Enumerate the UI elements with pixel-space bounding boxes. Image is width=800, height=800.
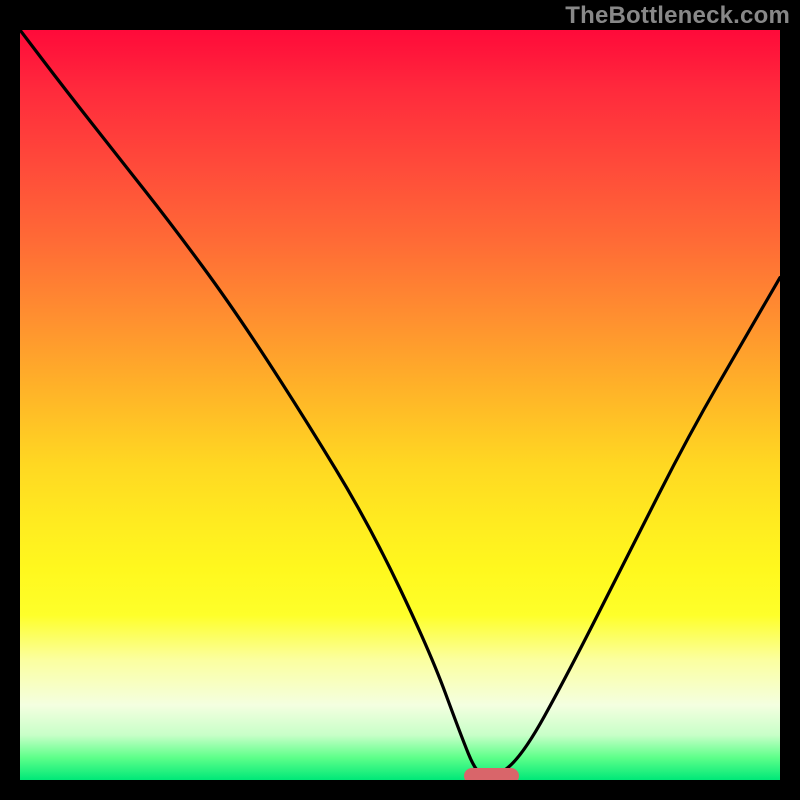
curve-svg	[20, 30, 780, 780]
watermark-text: TheBottleneck.com	[565, 2, 790, 30]
plot-area	[20, 30, 780, 780]
optimal-marker	[464, 768, 519, 780]
chart-frame: TheBottleneck.com	[0, 0, 800, 800]
bottleneck-curve	[20, 30, 780, 777]
